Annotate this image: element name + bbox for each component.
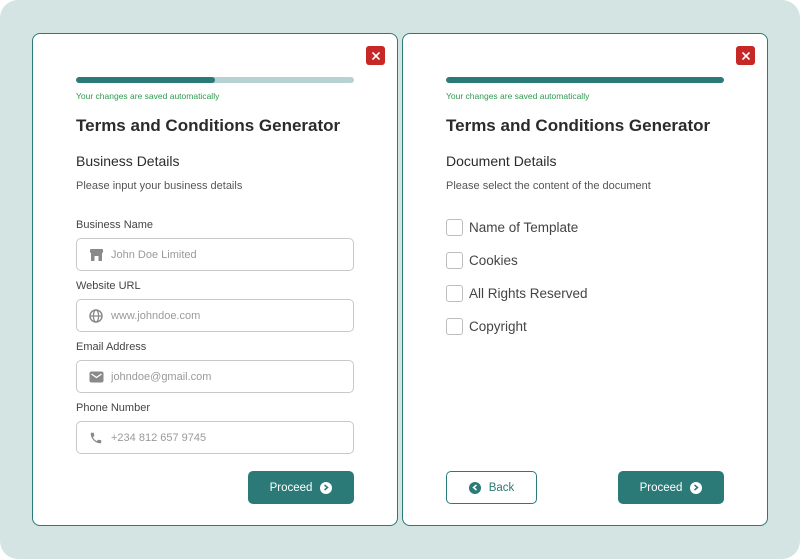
proceed-button-label: Proceed <box>639 481 683 494</box>
business-name-field[interactable] <box>76 238 354 271</box>
section-description: Please input your business details <box>76 180 243 192</box>
option-all-rights-reserved[interactable]: All Rights Reserved <box>446 285 588 302</box>
phone-number-input[interactable] <box>111 431 341 444</box>
business-details-card: Your changes are saved automatically Ter… <box>32 33 398 526</box>
arrow-right-circle-icon <box>320 481 333 494</box>
globe-icon <box>88 308 104 324</box>
option-label: Cookies <box>469 253 518 268</box>
section-title: Document Details <box>446 153 557 169</box>
email-address-input[interactable] <box>111 370 341 383</box>
option-cookies[interactable]: Cookies <box>446 252 518 269</box>
progress-fill <box>76 77 215 83</box>
section-description: Please select the content of the documen… <box>446 180 651 192</box>
back-button-label: Back <box>488 481 515 494</box>
website-url-input[interactable] <box>111 309 341 322</box>
progress-bar <box>76 77 354 83</box>
option-label: Copyright <box>469 319 527 334</box>
business-name-label: Business Name <box>76 219 154 231</box>
progress-bar <box>446 77 724 83</box>
document-details-card: Your changes are saved automatically Ter… <box>402 33 768 526</box>
section-title: Business Details <box>76 153 180 169</box>
phone-icon <box>88 430 104 446</box>
option-label: Name of Template <box>469 220 579 235</box>
business-name-input[interactable] <box>111 248 341 261</box>
close-icon <box>741 51 750 60</box>
website-url-label: Website URL <box>76 280 141 292</box>
proceed-button[interactable]: Proceed <box>248 471 354 504</box>
autosave-notice: Your changes are saved automatically <box>446 91 590 101</box>
mail-icon <box>88 369 104 385</box>
page-background: Your changes are saved automatically Ter… <box>0 0 800 559</box>
arrow-left-circle-icon <box>468 481 481 494</box>
proceed-button-label: Proceed <box>269 481 313 494</box>
option-name-of-template[interactable]: Name of Template <box>446 219 578 236</box>
arrow-right-circle-icon <box>690 481 703 494</box>
phone-number-field[interactable] <box>76 421 354 454</box>
close-button[interactable] <box>366 46 385 65</box>
checkbox[interactable] <box>446 318 463 335</box>
autosave-notice: Your changes are saved automatically <box>76 91 220 101</box>
website-url-field[interactable] <box>76 299 354 332</box>
checkbox[interactable] <box>446 252 463 269</box>
page-title: Terms and Conditions Generator <box>76 116 341 135</box>
checkbox[interactable] <box>446 219 463 236</box>
back-button[interactable]: Back <box>446 471 537 504</box>
email-address-field[interactable] <box>76 360 354 393</box>
phone-number-label: Phone Number <box>76 402 150 414</box>
page-title: Terms and Conditions Generator <box>446 116 711 135</box>
proceed-button[interactable]: Proceed <box>618 471 724 504</box>
close-button[interactable] <box>736 46 755 65</box>
email-address-label: Email Address <box>76 341 147 353</box>
option-copyright[interactable]: Copyright <box>446 318 527 335</box>
close-icon <box>371 51 380 60</box>
progress-fill <box>446 77 724 83</box>
option-label: All Rights Reserved <box>469 286 588 301</box>
store-icon <box>88 247 104 263</box>
checkbox[interactable] <box>446 285 463 302</box>
